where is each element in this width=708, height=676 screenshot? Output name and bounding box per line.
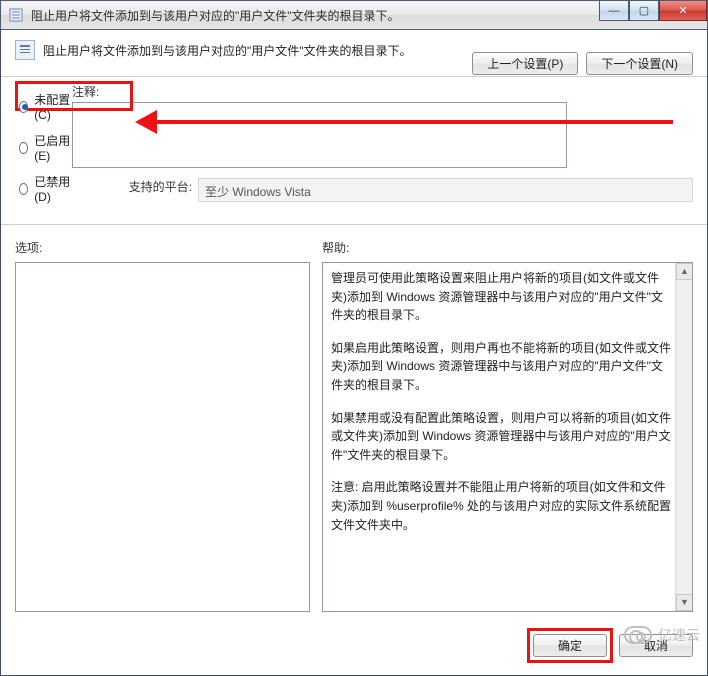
- scroll-up-icon[interactable]: ▲: [676, 263, 693, 280]
- ok-button[interactable]: 确定: [533, 634, 607, 657]
- watermark: 亿速云: [624, 625, 700, 645]
- scroll-down-icon[interactable]: ▼: [676, 594, 693, 611]
- comment-area: 注释: 支持的平台: 至少 Windows Vista: [72, 83, 693, 214]
- comment-textarea[interactable]: [72, 102, 567, 168]
- client-area: 阻止用户将文件添加到与该用户对应的"用户文件"文件夹的根目录下。 上一个设置(P…: [0, 30, 708, 676]
- radio-enabled[interactable]: 已启用(E): [19, 132, 72, 163]
- help-paragraph: 注意: 启用此策略设置并不能阻止用户将新的项目(如文件和文件夹)添加到 %use…: [331, 478, 674, 534]
- radio-indicator: [19, 183, 28, 195]
- state-options: 未配置(C) 已启用(E) 已禁用(D): [15, 83, 72, 214]
- page-title: 阻止用户将文件添加到与该用户对应的"用户文件"文件夹的根目录下。: [43, 40, 412, 59]
- help-paragraph: 如果禁用或没有配置此策略设置，则用户可以将新的项目(如文件或文件夹)添加到 Wi…: [331, 409, 674, 465]
- close-button[interactable]: ✕: [659, 1, 707, 21]
- radio-disabled[interactable]: 已禁用(D): [19, 173, 72, 204]
- platform-label: 支持的平台:: [128, 178, 198, 202]
- help-column-label: 帮助:: [322, 239, 693, 256]
- radio-indicator: [19, 101, 28, 113]
- maximize-button[interactable]: ▢: [629, 1, 659, 21]
- body-columns: 选项: 帮助: 管理员可使用此策略设置来阻止用户将新的项目(如文件或文件夹)添加…: [1, 225, 707, 626]
- options-panel: [15, 262, 310, 612]
- options-column-label: 选项:: [15, 239, 310, 256]
- watermark-logo-icon: [624, 626, 652, 644]
- supported-platform-field: 至少 Windows Vista: [198, 178, 693, 202]
- platform-row: 支持的平台: 至少 Windows Vista: [72, 178, 693, 202]
- settings-section: 未配置(C) 已启用(E) 已禁用(D) 注释: 支持的平台: 至少 Windo…: [1, 77, 707, 225]
- minimize-button[interactable]: —: [599, 1, 629, 21]
- policy-icon: [9, 7, 25, 23]
- window-title: 阻止用户将文件添加到与该用户对应的"用户文件"文件夹的根目录下。: [31, 7, 400, 24]
- radio-indicator: [19, 142, 28, 154]
- next-setting-button[interactable]: 下一个设置(N): [586, 52, 693, 75]
- window-controls: — ▢ ✕: [599, 1, 707, 23]
- radio-not-configured[interactable]: 未配置(C): [19, 91, 72, 122]
- titlebar: 阻止用户将文件添加到与该用户对应的"用户文件"文件夹的根目录下。 — ▢ ✕: [0, 0, 708, 30]
- header-row: 阻止用户将文件添加到与该用户对应的"用户文件"文件夹的根目录下。 上一个设置(P…: [1, 30, 707, 77]
- help-panel: 管理员可使用此策略设置来阻止用户将新的项目(如文件或文件夹)添加到 Window…: [322, 262, 693, 612]
- previous-setting-button[interactable]: 上一个设置(P): [472, 52, 578, 75]
- help-paragraph: 如果启用此策略设置，则用户再也不能将新的项目(如文件或文件夹)添加到 Windo…: [331, 339, 674, 395]
- comment-label: 注释:: [72, 83, 99, 100]
- help-paragraph: 管理员可使用此策略设置来阻止用户将新的项目(如文件或文件夹)添加到 Window…: [331, 269, 674, 325]
- help-scrollbar[interactable]: ▲ ▼: [675, 263, 692, 611]
- watermark-text: 亿速云: [658, 625, 700, 645]
- policy-page-icon: [15, 40, 35, 60]
